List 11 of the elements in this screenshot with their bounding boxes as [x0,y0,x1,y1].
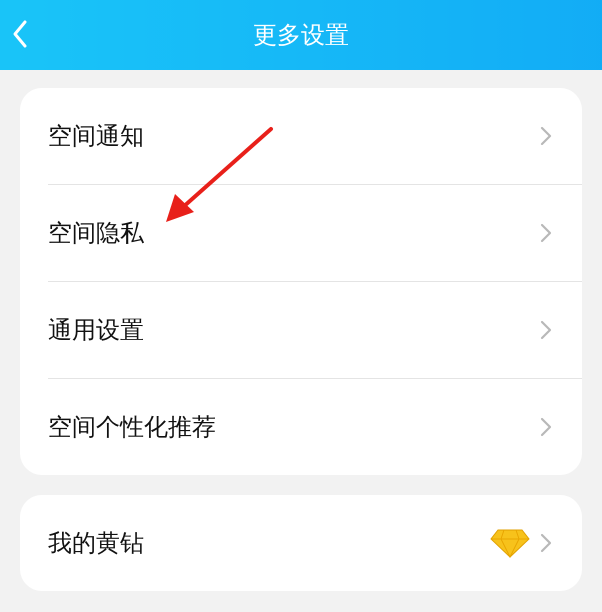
chevron-icon [540,417,552,437]
settings-row[interactable]: 我的黄钻 [48,495,582,591]
page-title: 更多设置 [253,20,349,51]
chevron-icon [540,320,552,340]
settings-row[interactable]: 通用设置 [48,282,582,379]
chevron-icon [540,223,552,243]
settings-row[interactable]: 空间个性化推荐 [48,379,582,475]
chevron-icon [540,126,552,146]
diamond-icon [490,528,530,558]
settings-row[interactable]: 空间通知 [48,88,582,185]
chevron-icon [540,533,552,553]
